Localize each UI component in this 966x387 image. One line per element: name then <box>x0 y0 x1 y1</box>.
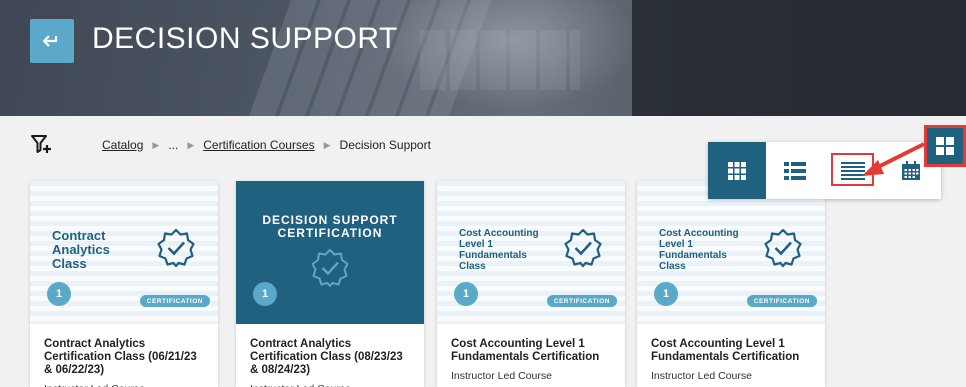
course-count: 1 <box>654 282 678 306</box>
list-icon <box>784 161 806 180</box>
breadcrumb-catalog[interactable]: Catalog <box>102 138 143 152</box>
course-count: 1 <box>454 282 478 306</box>
breadcrumb-ellipsis[interactable]: ... <box>168 138 178 152</box>
back-button[interactable] <box>30 19 74 63</box>
breadcrumb-current: Decision Support <box>339 138 431 152</box>
layout-toggle-button[interactable] <box>924 125 966 167</box>
course-thumbnail: Contract Analytics Class 1 CERTIFICATION <box>30 181 218 324</box>
course-title[interactable]: Contract Analytics Certification Class (… <box>250 338 410 377</box>
annotation-arrow-icon <box>862 142 925 176</box>
certification-tag: CERTIFICATION <box>139 295 210 307</box>
thumbnail-text: Cost Accounting Level 1 Fundamentals Cla… <box>459 228 539 272</box>
course-card[interactable]: Cost Accounting Level 1 Fundamentals Cla… <box>637 181 825 387</box>
course-card[interactable]: Contract Analytics Class 1 CERTIFICATION… <box>30 181 218 387</box>
list-view-button[interactable] <box>766 142 824 199</box>
certification-tag: CERTIFICATION <box>546 295 617 307</box>
breadcrumb-separator-icon: ▶ <box>152 139 160 150</box>
back-arrow-icon <box>43 35 58 47</box>
certification-badge-icon <box>564 228 602 268</box>
course-type: Instructor Led Course <box>250 383 410 387</box>
banner-dark-area <box>632 0 966 116</box>
breadcrumb-certification-courses[interactable]: Certification Courses <box>203 138 314 152</box>
course-count: 1 <box>47 282 71 306</box>
certification-tag: CERTIFICATION <box>746 295 817 307</box>
course-title[interactable]: Cost Accounting Level 1 Fundamentals Cer… <box>451 338 611 364</box>
page-title: DECISION SUPPORT <box>92 22 398 55</box>
page-header: DECISION SUPPORT <box>0 0 966 116</box>
breadcrumb: Catalog ▶ ... ▶ Certification Courses ▶ … <box>102 138 431 152</box>
thumbnail-title: DECISION SUPPORT CERTIFICATION <box>262 213 398 240</box>
course-count: 1 <box>253 282 277 306</box>
breadcrumb-separator-icon: ▶ <box>187 139 195 150</box>
breadcrumb-separator-icon: ▶ <box>323 139 331 150</box>
course-card[interactable]: DECISION SUPPORT CERTIFICATION 1 Contrac… <box>236 181 424 387</box>
filter-plus-icon[interactable] <box>30 133 52 155</box>
course-title[interactable]: Contract Analytics Certification Class (… <box>44 338 204 377</box>
grid-layout-icon <box>934 135 956 157</box>
certification-badge-icon <box>157 228 195 268</box>
tile-grid-icon <box>728 161 746 180</box>
course-type: Instructor Led Course <box>44 383 204 387</box>
tile-view-button[interactable] <box>708 142 766 199</box>
thumbnail-text: Contract Analytics Class <box>52 228 110 271</box>
certification-badge-icon <box>764 228 802 268</box>
course-thumbnail: DECISION SUPPORT CERTIFICATION 1 <box>236 181 424 324</box>
course-title[interactable]: Cost Accounting Level 1 Fundamentals Cer… <box>651 338 811 364</box>
course-thumbnail: Cost Accounting Level 1 Fundamentals Cla… <box>437 181 625 324</box>
course-type: Instructor Led Course <box>651 370 752 382</box>
course-thumbnail: Cost Accounting Level 1 Fundamentals Cla… <box>637 181 825 324</box>
certification-badge-icon <box>311 249 349 287</box>
course-card[interactable]: Cost Accounting Level 1 Fundamentals Cla… <box>437 181 625 387</box>
thumbnail-text: Cost Accounting Level 1 Fundamentals Cla… <box>659 228 739 272</box>
course-type: Instructor Led Course <box>451 370 552 382</box>
